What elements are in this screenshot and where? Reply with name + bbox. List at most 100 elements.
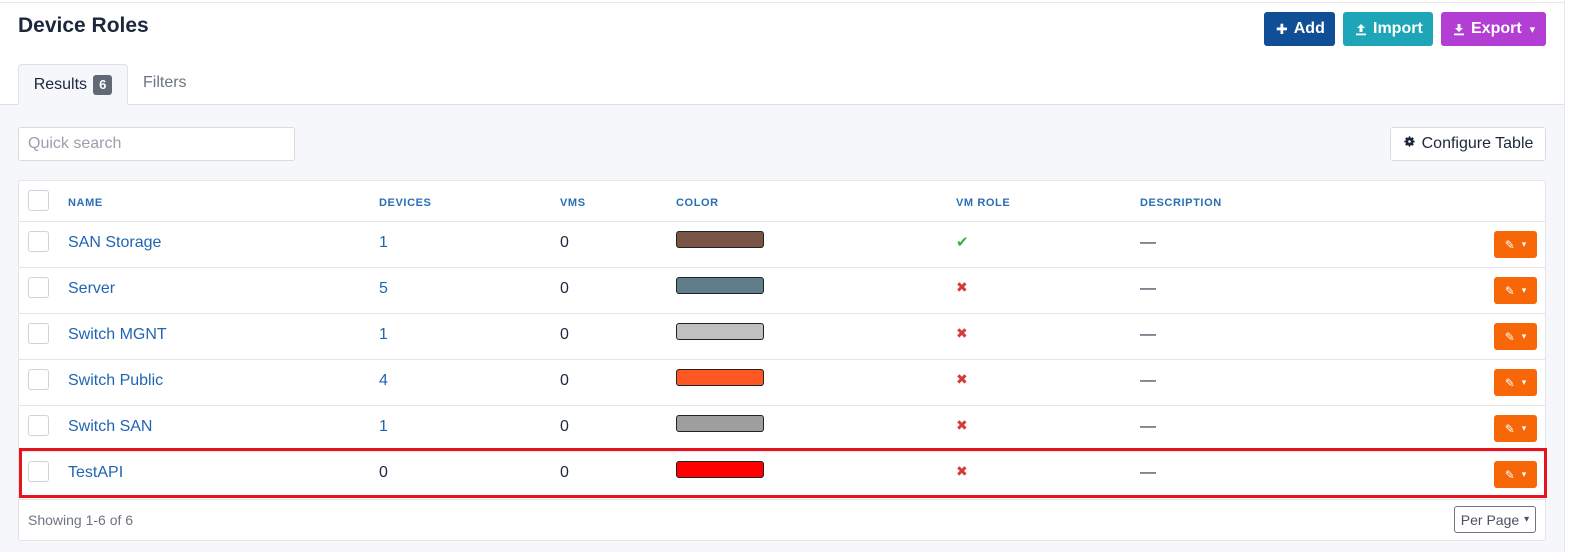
- table-row: Server 5 0 ✖ — ✎ ▾: [19, 267, 1545, 314]
- vms-count: 0: [560, 464, 569, 481]
- role-name-link[interactable]: Switch SAN: [68, 418, 152, 436]
- chevron-down-icon: ▾: [1524, 514, 1530, 525]
- vm-role-cross-icon: ✖: [956, 371, 968, 387]
- device-roles-table: NAME DEVICES VMS COLOR VM ROLE DESCRIPTI…: [18, 180, 1546, 541]
- color-swatch: [676, 369, 764, 386]
- description-empty: —: [1140, 464, 1156, 481]
- chevron-down-icon: ▾: [1521, 423, 1527, 433]
- add-button-label: Add: [1293, 20, 1325, 37]
- devices-count-link[interactable]: 5: [379, 280, 388, 298]
- search-input[interactable]: [18, 127, 295, 161]
- edit-dropdown-button[interactable]: ✎ ▾: [1494, 231, 1537, 258]
- row-checkbox[interactable]: [28, 323, 49, 344]
- configure-table-button[interactable]: Configure Table: [1390, 127, 1546, 161]
- color-swatch: [676, 277, 764, 294]
- row-checkbox[interactable]: [28, 369, 49, 390]
- edit-dropdown-button[interactable]: ✎ ▾: [1494, 323, 1537, 350]
- export-button-label: Export: [1471, 20, 1522, 37]
- color-swatch: [676, 461, 764, 478]
- pencil-icon: ✎: [1504, 375, 1515, 390]
- pencil-icon: ✎: [1504, 237, 1515, 252]
- column-header-color[interactable]: COLOR: [676, 197, 719, 209]
- column-header-vm-role[interactable]: VM ROLE: [956, 197, 1010, 209]
- page-top-border: [0, 2, 1565, 3]
- plus-icon: ✚: [1276, 20, 1288, 37]
- add-button[interactable]: ✚ Add: [1264, 12, 1335, 46]
- tab-results-label: Results: [33, 75, 88, 93]
- vms-count: 0: [560, 326, 569, 343]
- column-header-description[interactable]: DESCRIPTION: [1140, 197, 1222, 209]
- vms-count: 0: [560, 234, 569, 251]
- upload-icon: [1355, 23, 1367, 36]
- role-name-link[interactable]: Switch Public: [68, 372, 163, 390]
- table-header: NAME DEVICES VMS COLOR VM ROLE DESCRIPTI…: [19, 181, 1545, 222]
- vm-role-cross-icon: ✖: [956, 463, 968, 479]
- chevron-down-icon: ▾: [1529, 23, 1536, 36]
- pencil-icon: ✎: [1504, 283, 1515, 298]
- pencil-icon: ✎: [1504, 467, 1515, 482]
- chevron-down-icon: ▾: [1521, 469, 1527, 479]
- export-button[interactable]: Export ▾: [1441, 12, 1546, 46]
- configure-table-label: Configure Table: [1421, 135, 1534, 152]
- vms-count: 0: [560, 372, 569, 389]
- devices-count: 0: [379, 464, 388, 481]
- chevron-down-icon: ▾: [1521, 285, 1527, 295]
- role-name-link[interactable]: Server: [68, 280, 115, 298]
- chevron-down-icon: ▾: [1521, 377, 1527, 387]
- gear-icon: [1403, 135, 1416, 153]
- devices-count-link[interactable]: 1: [379, 326, 388, 344]
- tabs-divider: [0, 104, 1564, 105]
- download-icon: [1453, 23, 1465, 36]
- devices-count-link[interactable]: 1: [379, 418, 388, 436]
- table-row: Switch MGNT 1 0 ✖ — ✎ ▾: [19, 313, 1545, 360]
- per-page-dropdown[interactable]: Per Page ▾: [1454, 506, 1536, 533]
- description-empty: —: [1140, 234, 1156, 251]
- column-header-devices[interactable]: DEVICES: [379, 197, 432, 209]
- page-title: Device Roles: [18, 14, 149, 37]
- role-name-link[interactable]: TestAPI: [68, 464, 123, 482]
- column-header-name[interactable]: NAME: [68, 197, 103, 209]
- chevron-down-icon: ▾: [1521, 239, 1527, 249]
- description-empty: —: [1140, 280, 1156, 297]
- row-checkbox[interactable]: [28, 231, 49, 252]
- vm-role-cross-icon: ✖: [956, 417, 968, 433]
- edit-dropdown-button[interactable]: ✎ ▾: [1494, 415, 1537, 442]
- table-row: TestAPI 0 0 ✖ — ✎ ▾: [19, 451, 1545, 497]
- select-all-checkbox[interactable]: [28, 190, 49, 211]
- vms-count: 0: [560, 418, 569, 435]
- column-header-vms[interactable]: VMS: [560, 197, 586, 209]
- pagination-summary: Showing 1-6 of 6: [28, 512, 134, 528]
- description-empty: —: [1140, 372, 1156, 389]
- table-footer: Showing 1-6 of 6 Per Page ▾: [19, 499, 1545, 542]
- row-checkbox[interactable]: [28, 461, 49, 482]
- pencil-icon: ✎: [1504, 421, 1515, 436]
- vms-count: 0: [560, 280, 569, 297]
- edit-dropdown-button[interactable]: ✎ ▾: [1494, 369, 1537, 396]
- tab-results[interactable]: Results 6: [18, 64, 128, 105]
- table-row: Switch SAN 1 0 ✖ — ✎ ▾: [19, 405, 1545, 452]
- color-swatch: [676, 231, 764, 248]
- role-name-link[interactable]: SAN Storage: [68, 234, 161, 252]
- devices-count-link[interactable]: 4: [379, 372, 388, 390]
- results-count-badge: 6: [93, 74, 113, 95]
- import-button-label: Import: [1373, 20, 1423, 37]
- row-checkbox[interactable]: [28, 277, 49, 298]
- import-button[interactable]: Import: [1343, 12, 1433, 46]
- per-page-label: Per Page: [1460, 511, 1520, 528]
- chevron-down-icon: ▾: [1521, 331, 1527, 341]
- color-swatch: [676, 323, 764, 340]
- page-right-border: [1564, 0, 1565, 552]
- table-row: Switch Public 4 0 ✖ — ✎ ▾: [19, 359, 1545, 406]
- role-name-link[interactable]: Switch MGNT: [68, 326, 167, 344]
- devices-count-link[interactable]: 1: [379, 234, 388, 252]
- description-empty: —: [1140, 326, 1156, 343]
- edit-dropdown-button[interactable]: ✎ ▾: [1494, 461, 1537, 488]
- edit-dropdown-button[interactable]: ✎ ▾: [1494, 277, 1537, 304]
- table-row: SAN Storage 1 0 ✔ — ✎ ▾: [19, 221, 1545, 268]
- color-swatch: [676, 415, 764, 432]
- pencil-icon: ✎: [1504, 329, 1515, 344]
- vm-role-cross-icon: ✖: [956, 279, 968, 295]
- row-checkbox[interactable]: [28, 415, 49, 436]
- tab-filters[interactable]: Filters: [143, 74, 187, 92]
- description-empty: —: [1140, 418, 1156, 435]
